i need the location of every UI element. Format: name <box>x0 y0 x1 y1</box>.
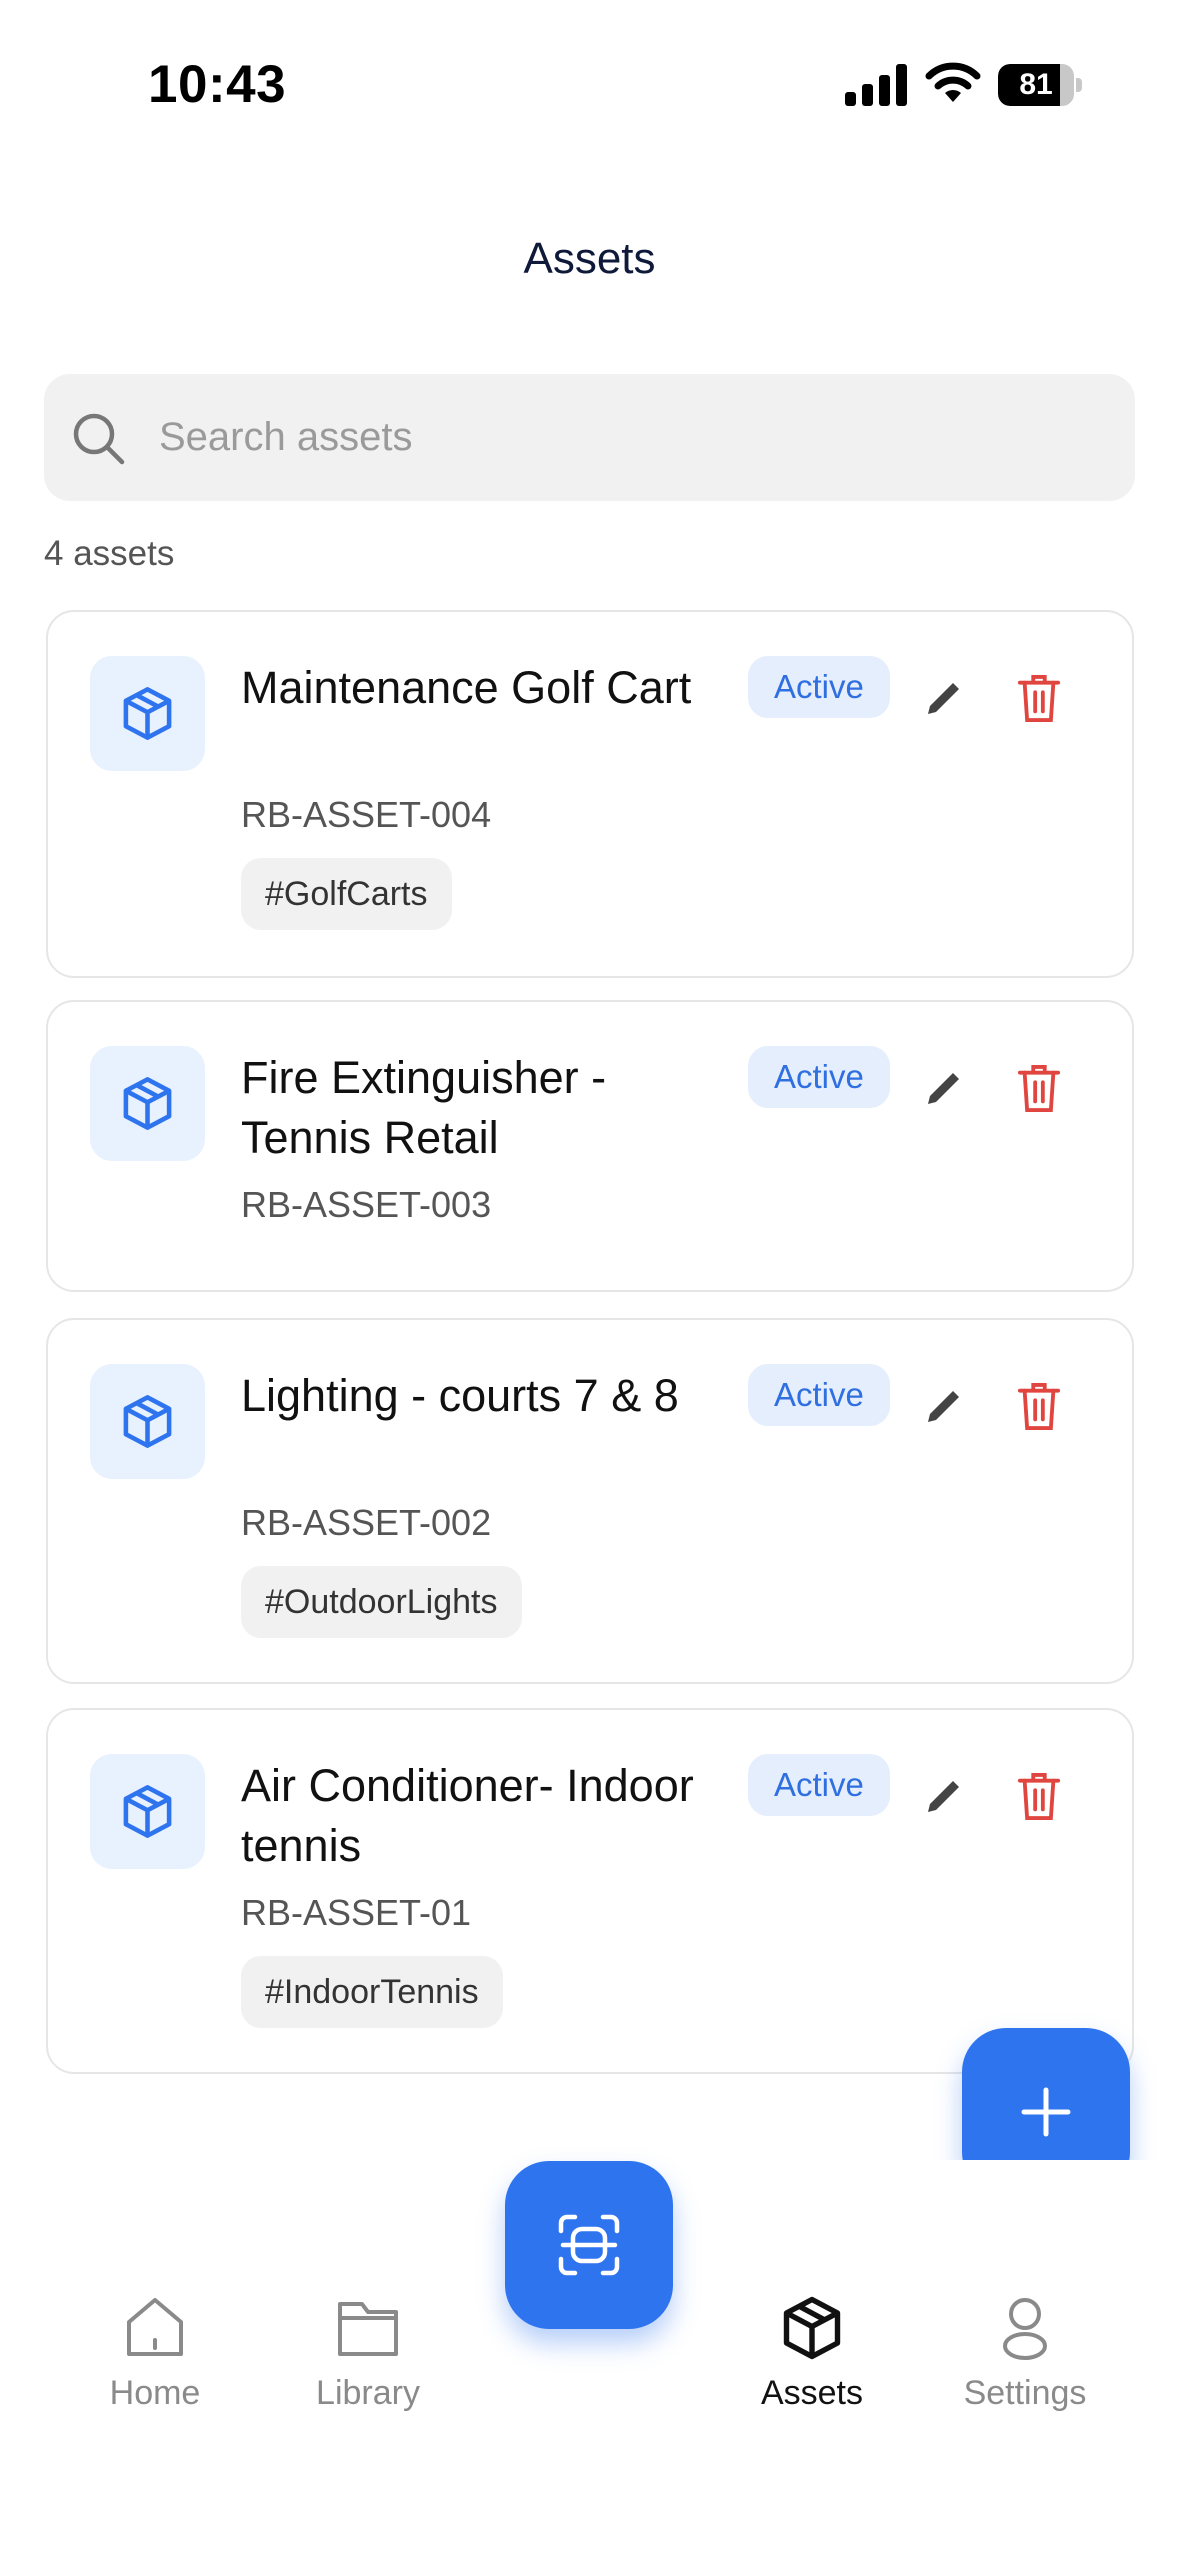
asset-title: Maintenance Golf Cart <box>241 662 692 713</box>
asset-card[interactable]: Maintenance Golf Cart RB-ASSET-004 #Golf… <box>46 610 1134 978</box>
asset-code: RB-ASSET-003 <box>241 1184 492 1225</box>
asset-code: RB-ASSET-004 <box>241 794 492 835</box>
asset-title: Fire Extinguisher - Tennis Retail <box>241 1052 607 1163</box>
asset-icon-container <box>90 1046 205 1161</box>
battery-percent: 81 <box>1019 68 1053 101</box>
pencil-icon[interactable] <box>920 1064 968 1112</box>
battery-indicator: 81 <box>998 64 1082 106</box>
asset-card[interactable]: Fire Extinguisher - Tennis Retail RB-ASS… <box>46 1000 1134 1292</box>
asset-icon-container <box>90 1754 205 1869</box>
status-badge: Active <box>748 1046 890 1108</box>
pencil-icon[interactable] <box>920 1772 968 1820</box>
asset-tag: #IndoorTennis <box>241 1956 503 2028</box>
scan-icon <box>558 2214 620 2276</box>
trash-icon[interactable] <box>1016 1768 1062 1824</box>
nav-assets-label: Assets <box>760 2374 864 2412</box>
box-icon <box>123 1395 172 1448</box>
box-icon <box>123 687 172 740</box>
trash-icon[interactable] <box>1016 1378 1062 1434</box>
asset-tag: #OutdoorLights <box>241 1566 522 1638</box>
person-icon <box>1003 2298 1047 2360</box>
asset-card[interactable]: Lighting - courts 7 & 8 RB-ASSET-002 #Ou… <box>46 1318 1134 1684</box>
status-badge: Active <box>748 1754 890 1816</box>
status-badge: Active <box>748 1364 890 1426</box>
asset-icon-container <box>90 656 205 771</box>
scan-button[interactable] <box>505 2161 673 2329</box>
box-icon <box>123 1785 172 1838</box>
pencil-icon[interactable] <box>920 1382 968 1430</box>
nav-settings-label: Settings <box>963 2374 1087 2412</box>
search-bar[interactable] <box>44 374 1135 501</box>
cellular-signal-icon <box>845 64 907 106</box>
trash-icon[interactable] <box>1016 670 1062 726</box>
asset-title: Lighting - courts 7 & 8 <box>241 1370 679 1421</box>
asset-tag: #GolfCarts <box>241 858 452 930</box>
nav-library-label: Library <box>316 2374 420 2412</box>
status-bar: 10:43 81 <box>0 0 1179 170</box>
asset-code: RB-ASSET-002 <box>241 1502 492 1543</box>
wifi-icon <box>925 62 981 102</box>
nav-home-label: Home <box>109 2374 201 2412</box>
nav-settings[interactable]: Settings <box>935 2292 1115 2442</box>
box-icon <box>123 1077 172 1130</box>
asset-code: RB-ASSET-01 <box>241 1892 472 1933</box>
search-input[interactable] <box>159 404 1059 470</box>
asset-count: 4 assets <box>44 534 175 573</box>
pencil-icon[interactable] <box>920 674 968 722</box>
asset-title: Air Conditioner- Indoor tennis <box>241 1760 694 1871</box>
status-time: 10:43 <box>148 55 287 114</box>
plus-icon <box>1021 2087 1071 2137</box>
folder-icon <box>338 2302 398 2356</box>
nav-assets[interactable]: Assets <box>722 2292 902 2442</box>
box-icon <box>783 2296 841 2360</box>
nav-home[interactable]: Home <box>65 2292 245 2442</box>
asset-card[interactable]: Air Conditioner- Indoor tennis RB-ASSET-… <box>46 1708 1134 2074</box>
nav-library[interactable]: Library <box>278 2292 458 2442</box>
status-badge: Active <box>748 656 890 718</box>
asset-icon-container <box>90 1364 205 1479</box>
trash-icon[interactable] <box>1016 1060 1062 1116</box>
page-title: Assets <box>523 234 656 283</box>
home-icon <box>127 2298 183 2356</box>
search-icon <box>73 413 125 465</box>
